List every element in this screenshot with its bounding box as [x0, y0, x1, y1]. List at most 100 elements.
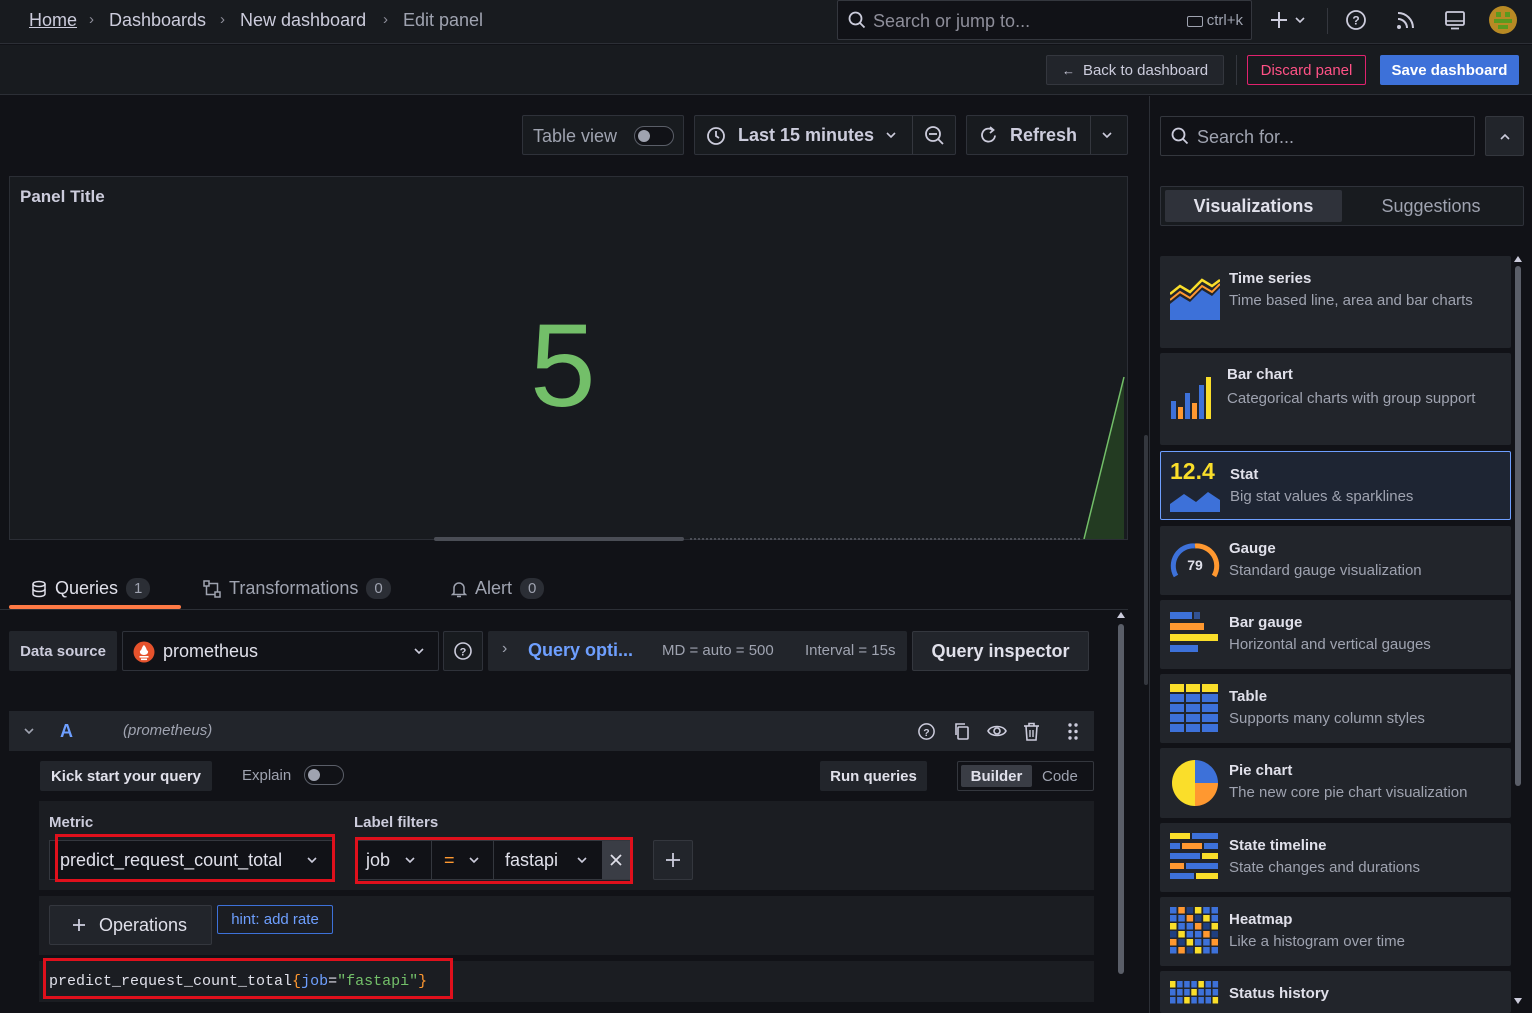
explain-toggle[interactable]	[304, 765, 344, 785]
bell-icon	[451, 581, 467, 597]
data-source-label: Data source	[9, 631, 117, 671]
pane-splitter[interactable]	[1144, 435, 1148, 685]
chevron-down-icon	[886, 132, 896, 139]
panel-edit-toolbar: ← Back to dashboard Discard panel Save da…	[0, 45, 1532, 95]
metric-label: Metric	[49, 814, 94, 831]
kiosk-mode-icon[interactable]	[1444, 9, 1466, 31]
news-feed-icon[interactable]	[1395, 9, 1417, 31]
tab-visualizations[interactable]: Visualizations	[1165, 190, 1342, 222]
time-range-picker[interactable]: Last 15 minutes	[694, 115, 956, 155]
vis-item-stat[interactable]: 12.4 Stat Big stat values & sparklines	[1160, 451, 1511, 520]
help-icon[interactable]: ?	[917, 722, 936, 741]
eye-icon[interactable]	[987, 723, 1007, 739]
vis-item-state-timeline[interactable]: State timeline State changes and duratio…	[1160, 823, 1511, 892]
state-timeline-icon	[1170, 833, 1218, 879]
svg-text:?: ?	[460, 647, 467, 659]
query-inspector-button[interactable]: Query inspector	[912, 631, 1089, 671]
search-icon	[848, 11, 866, 29]
data-source-picker[interactable]: prometheus	[122, 631, 439, 671]
chevron-down-icon	[414, 648, 424, 655]
interval-info: Interval = 15s	[805, 642, 896, 659]
refresh-button[interactable]: Refresh	[966, 115, 1128, 155]
query-row-header: A (prometheus) ?	[9, 711, 1094, 751]
collapse-sidebar-button[interactable]	[1485, 116, 1524, 156]
query-ref-id[interactable]: A	[60, 721, 73, 742]
back-to-dashboard-button[interactable]: ← Back to dashboard	[1046, 55, 1224, 85]
svg-text:?: ?	[923, 728, 929, 739]
table-icon	[1170, 684, 1218, 732]
code-mode-button[interactable]: Code	[1042, 768, 1078, 785]
add-label-filter-button[interactable]	[653, 840, 693, 880]
vis-item-bar-chart[interactable]: Bar chart Categorical charts with group …	[1160, 353, 1511, 445]
sidebar-tabs: Visualizations Suggestions	[1160, 186, 1524, 226]
table-view-toggle[interactable]: Table view	[522, 115, 684, 155]
panel-preview: Panel Title 5	[9, 176, 1128, 541]
tab-alert[interactable]: Alert 0	[451, 578, 545, 599]
vis-item-status-history[interactable]: Status history	[1160, 971, 1511, 1013]
data-source-help-button[interactable]: ?	[443, 631, 483, 671]
chevron-up-icon	[1500, 133, 1510, 140]
duplicate-icon[interactable]	[953, 722, 971, 741]
user-avatar[interactable]	[1488, 5, 1518, 35]
plus-icon	[73, 919, 85, 931]
vis-item-gauge[interactable]: 79 Gauge Standard gauge visualization	[1160, 526, 1511, 595]
breadcrumb-dashboards[interactable]: Dashboards	[109, 10, 206, 31]
global-search-input[interactable]: Search or jump to... ctrl+k	[837, 0, 1252, 40]
query-datasource-name: (prometheus)	[123, 722, 213, 739]
top-nav-bar: Home › Dashboards › New dashboard › Edit…	[0, 0, 1532, 44]
vis-item-heatmap[interactable]: Heatmap Like a histogram over time	[1160, 897, 1511, 966]
vis-item-bar-gauge[interactable]: Bar gauge Horizontal and vertical gauges	[1160, 600, 1511, 669]
heatmap-icon	[1170, 907, 1218, 954]
chevron-down-icon[interactable]	[1101, 130, 1113, 140]
run-queries-button[interactable]: Run queries	[820, 761, 927, 791]
query-scrollbar[interactable]	[1116, 612, 1126, 1013]
search-placeholder: Search or jump to...	[873, 11, 1031, 31]
svg-text:?: ?	[1352, 14, 1359, 28]
prometheus-logo	[133, 641, 155, 663]
max-data-points: MD = auto = 500	[662, 642, 774, 659]
help-icon[interactable]: ?	[1345, 9, 1367, 31]
transform-icon	[203, 579, 221, 598]
clock-icon	[707, 127, 725, 145]
discard-panel-button[interactable]: Discard panel	[1247, 55, 1366, 85]
tab-transformations[interactable]: Transformations 0	[203, 578, 391, 599]
chevron-down-icon[interactable]	[23, 726, 35, 736]
breadcrumb-edit-panel: Edit panel	[403, 10, 484, 30]
query-options-bar[interactable]: › Query opti... MD = auto = 500 Interval…	[488, 631, 907, 671]
highlight-box-label-filter	[355, 837, 633, 884]
stat-icon-value: 12.4	[1170, 458, 1215, 484]
bar-gauge-icon	[1170, 612, 1218, 652]
panel-resize-handle[interactable]	[434, 537, 684, 541]
vis-item-pie-chart[interactable]: Pie chart The new core pie chart visuali…	[1160, 748, 1511, 818]
vis-item-table[interactable]: Table Supports many column styles	[1160, 674, 1511, 743]
hint-add-rate-button[interactable]: hint: add rate	[217, 905, 333, 934]
explain-label: Explain	[242, 767, 292, 784]
tab-queries[interactable]: Queries 1	[31, 578, 151, 599]
drag-handle-icon[interactable]	[1067, 722, 1079, 741]
search-icon	[1171, 127, 1189, 145]
breadcrumb-new-dashboard[interactable]: New dashboard	[240, 10, 366, 31]
highlight-box-query	[43, 958, 453, 999]
query-options-label[interactable]: Query opti...	[528, 640, 633, 661]
tab-suggestions[interactable]: Suggestions	[1342, 190, 1520, 222]
time-series-icon	[1170, 278, 1220, 320]
trash-icon[interactable]	[1023, 722, 1040, 741]
kick-start-query-button[interactable]: Kick start your query	[40, 761, 212, 791]
zoom-out-icon[interactable]	[924, 125, 945, 146]
editor-mode-switch: Builder Code	[957, 761, 1094, 791]
add-operation-button[interactable]: Operations	[49, 905, 212, 945]
builder-mode-button[interactable]: Builder	[961, 765, 1032, 787]
gauge-icon: 79	[1170, 543, 1220, 578]
bar-chart-icon	[1171, 377, 1211, 419]
visualization-search-input[interactable]: Search for...	[1160, 116, 1475, 156]
panel-title: Panel Title	[20, 187, 105, 206]
search-shortcut: ctrl+k	[1186, 12, 1243, 29]
database-icon	[32, 580, 46, 597]
chevron-right-icon: ›	[220, 11, 225, 28]
add-menu-button[interactable]	[1270, 10, 1310, 30]
sidebar-scrollbar[interactable]	[1513, 256, 1523, 1006]
sparkline	[1083, 376, 1125, 539]
vis-item-time-series[interactable]: Time series Time based line, area and ba…	[1160, 256, 1511, 348]
save-dashboard-button[interactable]: Save dashboard	[1380, 55, 1519, 85]
breadcrumb-home[interactable]: Home	[29, 10, 77, 31]
